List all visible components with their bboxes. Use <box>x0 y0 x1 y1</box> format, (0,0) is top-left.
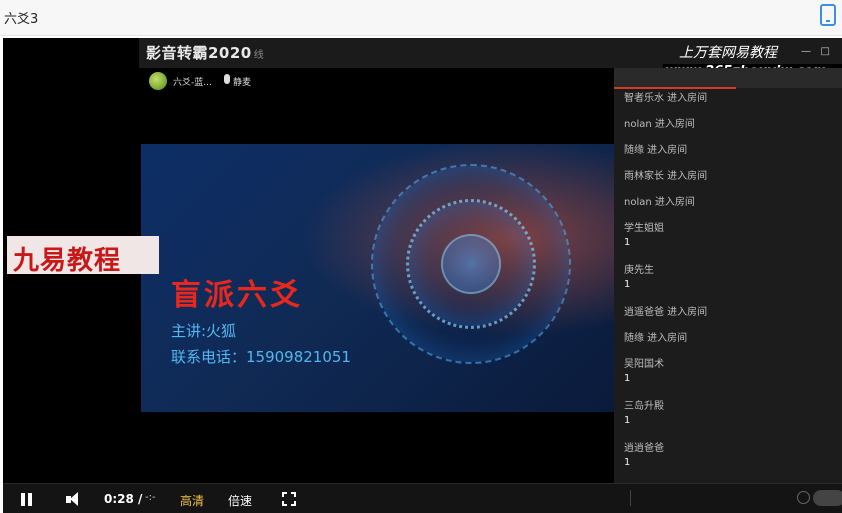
mobile-phone-icon[interactable] <box>820 4 836 26</box>
chat-message: 逍遥爸爸 进入房间 <box>624 306 839 320</box>
chat-message-count: 1 <box>624 237 631 248</box>
chat-message-count: 1 <box>624 457 631 468</box>
microphone-icon[interactable] <box>224 74 230 84</box>
chat-tab-bar[interactable] <box>614 68 842 88</box>
chat-message: 三岛升殿 1 <box>624 400 839 428</box>
tech-globe-core <box>441 234 501 294</box>
lecture-slide: 盲派六爻 主讲:火狐 联系电话：15909821051 <box>141 144 617 412</box>
chat-message: 随缘 进入房间 <box>624 144 839 158</box>
window-controls[interactable]: — □ <box>801 46 830 57</box>
slide-title: 盲派六爻 <box>171 278 303 313</box>
chat-message-text: 三岛升殿 <box>624 401 664 412</box>
chat-message: 逍逍爸爸 1 <box>624 442 839 470</box>
chat-message-text: 庚先生 <box>624 265 654 276</box>
chat-message-text: nolan 进入房间 <box>624 197 695 208</box>
host-avatar <box>149 72 167 90</box>
chat-message: 吴阳国术 1 <box>624 358 839 386</box>
top-bar: 六爻3 <box>0 0 842 36</box>
chat-message-text: 随缘 进入房间 <box>624 333 688 344</box>
chat-message-text: 雨林家长 进入房间 <box>624 171 708 182</box>
chat-message-text: nolan 进入房间 <box>624 119 695 130</box>
watermark-left: 九易教程 <box>7 236 159 276</box>
chat-message: nolan 进入房间 <box>624 196 839 210</box>
app-title-suffix: 线 <box>253 50 265 61</box>
slide-lecturer: 主讲:火狐 <box>171 322 237 340</box>
mic-label: 静麦 <box>233 78 252 88</box>
pause-icon[interactable] <box>21 493 33 506</box>
chat-message-text: 学生姐姐 <box>624 223 664 234</box>
chat-message: 智者乐水 进入房间 <box>624 92 839 106</box>
chat-message-text: 逍逍爸爸 <box>624 443 664 454</box>
chat-message: nolan 进入房间 <box>624 118 839 132</box>
chat-message: 学生姐姐 1 <box>624 222 839 250</box>
chat-message-text: 智者乐水 进入房间 <box>624 93 708 104</box>
chat-input-divider <box>630 490 631 506</box>
chat-sidebar: 智者乐水 进入房间 nolan 进入房间 随缘 进入房间 雨林家长 进入房间 nolan… <box>614 68 842 483</box>
watermark-right-line1: 上万套网易教程 <box>679 45 777 61</box>
chat-message-text: 吴阳国术 <box>624 359 664 370</box>
app-title: 影音转霸2020 线 <box>146 44 265 62</box>
chat-message: 雨林家长 进入房间 <box>624 170 839 184</box>
chat-message-count: 1 <box>624 373 631 384</box>
chat-message: 庚先生 1 <box>624 264 839 292</box>
chat-message-count: 1 <box>624 415 631 426</box>
chat-message-count: 1 <box>624 279 631 290</box>
emoji-icon[interactable] <box>797 491 810 504</box>
slide-phone: 联系电话：15909821051 <box>171 348 351 366</box>
chat-list: 智者乐水 进入房间 nolan 进入房间 随缘 进入房间 雨林家长 进入房间 nolan… <box>624 92 839 483</box>
chat-tab-indicator <box>614 87 736 89</box>
host-name: 六爻-蓝... <box>173 78 212 88</box>
chat-message-text: 随缘 进入房间 <box>624 145 688 156</box>
page-title: 六爻3 <box>4 12 39 27</box>
quality-button[interactable]: 高清 <box>180 492 204 509</box>
chat-message: 随缘 进入房间 <box>624 332 839 346</box>
video-player[interactable]: 影音转霸2020 线 — □ 六爻-蓝... 静麦 盲派六爻 主讲:火狐 联系电话… <box>3 38 842 513</box>
seek-icon[interactable]: -:- <box>145 492 156 503</box>
speed-button[interactable]: 倍速 <box>228 492 252 509</box>
volume-icon[interactable] <box>66 492 84 507</box>
send-button[interactable] <box>813 490 842 506</box>
fullscreen-icon[interactable] <box>281 491 297 507</box>
playback-time: 0:28 / <box>104 492 143 506</box>
player-controls: 0:28 / -:- 高清 倍速 <box>3 483 842 513</box>
chat-message-text: 逍遥爸爸 进入房间 <box>624 307 708 318</box>
